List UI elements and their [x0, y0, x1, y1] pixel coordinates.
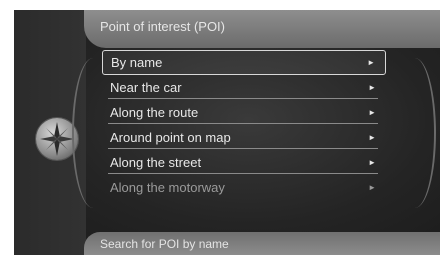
menu-item-label: Along the route — [110, 105, 199, 120]
menu-item-along-the-street[interactable]: Along the street ► — [102, 150, 386, 175]
menu-item-label: By name — [111, 55, 163, 70]
menu-item-around-point-on-map[interactable]: Around point on map ► — [102, 125, 386, 150]
footer-bar: Search for POI by name — [14, 232, 440, 255]
footer-hint: Search for POI by name — [100, 237, 229, 251]
menu-item-along-the-route[interactable]: Along the route ► — [102, 100, 386, 125]
right-arrow-icon: ► — [368, 83, 376, 92]
poi-menu: By name ► Near the car ► Along the route… — [102, 50, 386, 200]
right-arrow-icon: ► — [368, 133, 376, 142]
right-arrow-icon: ► — [368, 158, 376, 167]
menu-item-near-the-car[interactable]: Near the car ► — [102, 75, 386, 100]
menu-item-label: Along the motorway — [110, 180, 225, 195]
menu-item-label: Near the car — [110, 80, 182, 95]
menu-item-label: Around point on map — [110, 130, 231, 145]
poi-screen: Point of interest (POI) By name ► Near t… — [14, 10, 440, 255]
menu-item-along-the-motorway[interactable]: Along the motorway ► — [102, 175, 386, 200]
menu-item-by-name[interactable]: By name ► — [102, 50, 386, 75]
page-title: Point of interest (POI) — [100, 19, 225, 34]
right-arrow-icon: ► — [368, 183, 376, 192]
right-bracket-arc — [394, 58, 436, 208]
header-bar: Point of interest (POI) — [14, 10, 440, 48]
right-arrow-icon: ► — [368, 108, 376, 117]
menu-item-label: Along the street — [110, 155, 202, 170]
right-arrow-icon: ► — [367, 58, 375, 67]
